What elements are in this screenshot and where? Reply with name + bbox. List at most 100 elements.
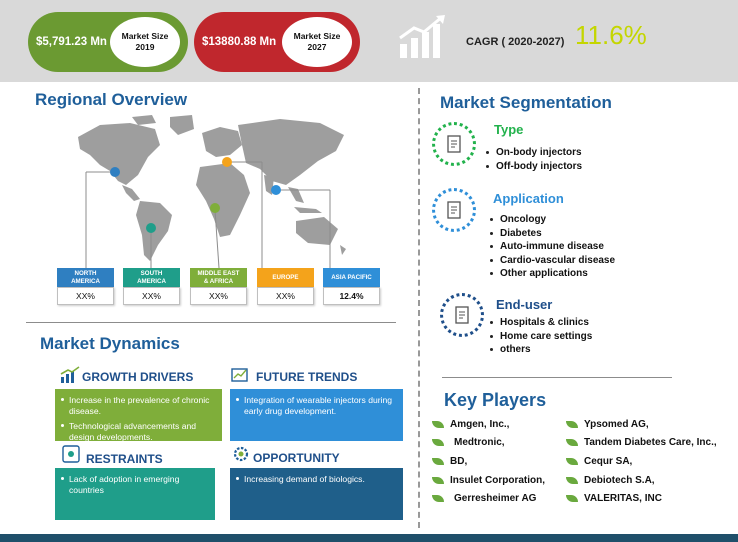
application-item: Auto-immune disease — [490, 240, 615, 254]
region-header: SOUTH AMERICA — [123, 268, 180, 287]
type-title: Type — [494, 122, 524, 137]
document-icon — [455, 306, 469, 324]
cagr-label: CAGR ( 2020-2027) — [466, 36, 565, 48]
region-header: EUROPE — [257, 268, 314, 287]
type-item: On-body injectors — [486, 146, 582, 160]
leaf-bullet-icon — [432, 458, 444, 465]
end-user-item: Home care settings — [490, 330, 592, 344]
leaf-bullet-icon — [566, 421, 578, 428]
region-header: ASIA PACIFIC — [323, 268, 380, 287]
leaf-bullet-icon — [566, 495, 578, 502]
key-player-name: Debiotech S.A, — [584, 475, 655, 486]
region-value: XX% — [123, 287, 180, 305]
key-player-name: Ypsomed AG, — [584, 419, 649, 430]
region-value: XX% — [190, 287, 247, 305]
restraints-title: RESTRAINTS — [86, 452, 163, 466]
application-item: Other applications — [490, 267, 615, 281]
restraint-icon — [62, 445, 80, 463]
opportunity-gear-icon — [233, 446, 249, 462]
leaf-bullet-icon — [432, 495, 444, 502]
opportunity-title: OPPORTUNITY — [253, 451, 340, 465]
key-player: Gerresheimer AG — [432, 493, 536, 504]
type-list: On-body injectors Off-body injectors — [486, 146, 582, 173]
document-icon — [447, 201, 461, 219]
market-dynamics-title: Market Dynamics — [40, 334, 180, 353]
key-player-name: BD, — [450, 456, 468, 467]
region-header: MIDDLE EAST & AFRICA — [190, 268, 247, 287]
trend-chart-icon — [231, 368, 248, 382]
region-asia-pacific: ASIA PACIFIC 12.4% — [323, 268, 380, 305]
segmentation-divider — [442, 377, 672, 378]
application-list: Oncology Diabetes Auto-immune disease Ca… — [490, 213, 615, 281]
key-player: Medtronic, — [432, 437, 505, 448]
region-value: 12.4% — [323, 287, 380, 305]
key-player-name: Medtronic, — [454, 437, 505, 448]
leaf-bullet-icon — [566, 477, 578, 484]
region-south-america: SOUTH AMERICA XX% — [123, 268, 180, 305]
type-item: Off-body injectors — [486, 160, 582, 174]
end-user-segment-icon — [440, 293, 484, 337]
key-player: BD, — [432, 456, 467, 467]
region-value: XX% — [57, 287, 114, 305]
end-user-item: Hospitals & clinics — [490, 316, 592, 330]
region-name: MIDDLE EAST — [197, 269, 240, 277]
growth-driver-item: Technological advancements and design de… — [61, 421, 214, 442]
regional-divider — [26, 322, 396, 323]
application-segment-icon — [432, 188, 476, 232]
key-player-name: Insulet Corporation, — [450, 475, 545, 486]
europe-marker — [222, 157, 232, 167]
key-player-name: Tandem Diabetes Care, Inc., — [584, 437, 717, 448]
region-connectors — [85, 157, 331, 269]
key-player: Amgen, Inc., — [432, 419, 509, 430]
south-america-marker — [146, 223, 156, 233]
key-player: Debiotech S.A, — [566, 475, 655, 486]
north-america-marker — [110, 167, 120, 177]
region-middle-east-africa: MIDDLE EAST & AFRICA XX% — [190, 268, 247, 305]
region-name: SOUTH — [140, 269, 163, 277]
growth-chart-icon — [60, 366, 80, 383]
restraints-card: Lack of adoption in emerging countries — [55, 468, 215, 520]
growth-drivers-card: Increase in the prevalence of chronic di… — [55, 389, 222, 442]
end-user-list: Hospitals & clinics Home care settings o… — [490, 316, 592, 357]
application-item: Diabetes — [490, 227, 615, 241]
bottom-bar — [0, 534, 738, 542]
region-name-line2: AMERICA — [71, 277, 100, 285]
type-segment-icon — [432, 122, 476, 166]
key-players-title: Key Players — [444, 390, 547, 410]
leaf-bullet-icon — [566, 458, 578, 465]
leaf-bullet-icon — [432, 421, 444, 428]
end-user-title: End-user — [496, 297, 553, 312]
key-player-name: VALERITAS, INC — [584, 493, 662, 504]
growth-driver-item: Increase in the prevalence of chronic di… — [61, 395, 214, 416]
application-title: Application — [493, 191, 564, 206]
key-player: Insulet Corporation, — [432, 475, 545, 486]
region-header: NORTH AMERICA — [57, 268, 114, 287]
key-player: Tandem Diabetes Care, Inc., — [566, 437, 717, 448]
region-name: EUROPE — [272, 273, 299, 281]
future-trend-item: Integration of wearable injectors during… — [236, 395, 395, 416]
leaf-bullet-icon — [432, 439, 444, 446]
application-item: Cardio-vascular disease — [490, 254, 615, 268]
key-player: Ypsomed AG, — [566, 419, 649, 430]
region-value: XX% — [257, 287, 314, 305]
future-trends-title: FUTURE TRENDS — [256, 370, 358, 384]
application-item: Oncology — [490, 213, 615, 227]
key-player: Cequr SA, — [566, 456, 632, 467]
region-name: NORTH — [74, 269, 97, 277]
key-player: VALERITAS, INC — [566, 493, 662, 504]
cagr-value: 11.6% — [575, 20, 647, 50]
region-name: ASIA PACIFIC — [331, 273, 372, 281]
opportunity-item: Increasing demand of biologics. — [236, 474, 395, 485]
restraint-item: Lack of adoption in emerging countries — [61, 474, 207, 495]
end-user-item: others — [490, 343, 592, 357]
leaf-bullet-icon — [432, 477, 444, 484]
leaf-bullet-icon — [566, 439, 578, 446]
future-trends-card: Integration of wearable injectors during… — [230, 389, 403, 441]
region-north-america: NORTH AMERICA XX% — [57, 268, 114, 305]
opportunity-card: Increasing demand of biologics. — [230, 468, 403, 520]
key-player-name: Amgen, Inc., — [450, 419, 510, 430]
document-icon — [447, 135, 461, 153]
middle-east-africa-marker — [210, 203, 220, 213]
asia-pacific-marker — [271, 185, 281, 195]
region-name-line2: AMERICA — [137, 277, 166, 285]
